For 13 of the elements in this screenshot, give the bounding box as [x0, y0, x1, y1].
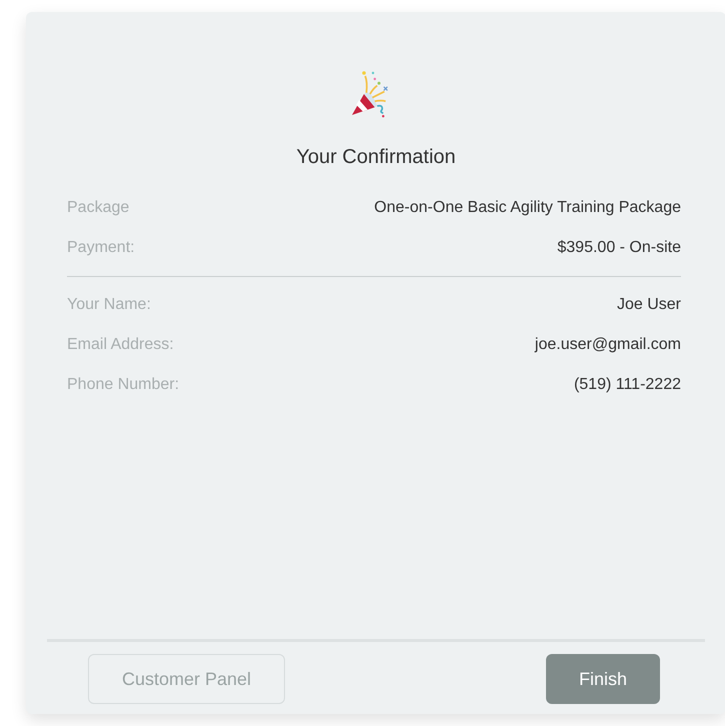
field-label: Package — [67, 198, 130, 218]
field-label: Your Name: — [67, 295, 151, 315]
confirmation-title: Your Confirmation — [296, 145, 456, 170]
field-label: Email Address: — [67, 335, 174, 355]
field-label: Phone Number: — [67, 375, 180, 395]
customer-panel-button[interactable]: Customer Panel — [88, 654, 285, 704]
field-value: $395.00 - On-site — [557, 238, 681, 258]
field-value: joe.user@gmail.com — [534, 335, 681, 355]
field-label: Payment: — [67, 238, 135, 258]
field-value: One-on-One Basic Agility Training Package — [374, 198, 681, 218]
finish-button[interactable]: Finish — [546, 654, 660, 704]
field-value: (519) 111-2222 — [574, 375, 681, 395]
field-value: Joe User — [616, 295, 681, 315]
